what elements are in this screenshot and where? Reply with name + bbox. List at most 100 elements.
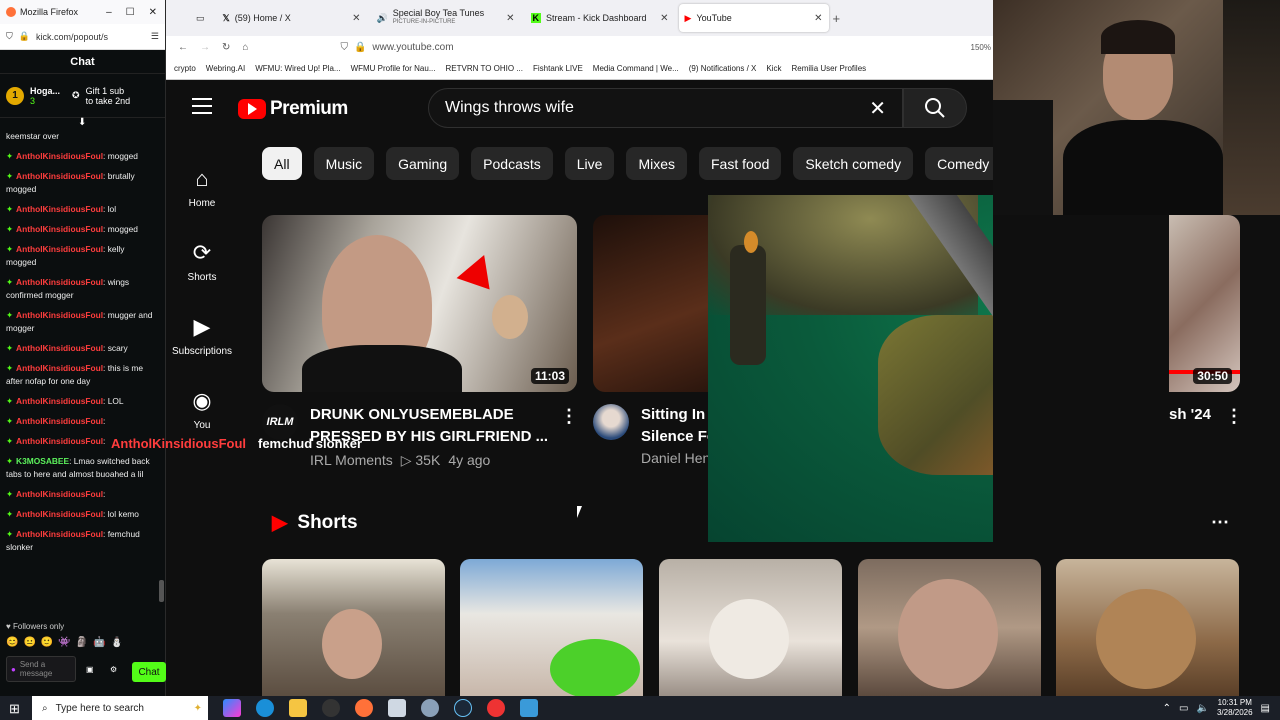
file-explorer-icon[interactable] (289, 699, 307, 717)
chat-username[interactable]: K3MOSABEE (16, 456, 69, 466)
short-thumbnail[interactable] (460, 559, 643, 696)
tab-list-icon[interactable]: ▭ (196, 13, 205, 24)
chat-username[interactable]: AntholKinsidiousFoul (16, 363, 103, 373)
chip-podcasts[interactable]: Podcasts (471, 147, 553, 180)
system-tray[interactable]: ⌃ ▭ 🔈 10:31 PM 3/28/2026 ▤ (1163, 698, 1280, 718)
address-bar[interactable]: ⛉ 🔒 www.youtube.com (340, 42, 453, 53)
chat-username[interactable]: AntholKinsidiousFoul (16, 436, 103, 446)
chat-username[interactable]: AntholKinsidiousFoul (16, 171, 103, 181)
back-icon[interactable]: ← (178, 42, 188, 53)
chat-username[interactable]: AntholKinsidiousFoul (16, 529, 103, 539)
chat-username[interactable]: AntholKinsidiousFoul (16, 224, 103, 234)
tab-x-home[interactable]: 𝕏 (59) Home / X ✕ (217, 4, 367, 32)
chip-fast-food[interactable]: Fast food (699, 147, 782, 180)
chat-scrollbar[interactable] (159, 580, 164, 602)
emote-bar[interactable]: 😊😐🙂👾🗿🤖⛄ (0, 633, 166, 652)
close-icon[interactable]: ✕ (149, 7, 157, 18)
channel-avatar[interactable] (593, 404, 629, 440)
app-icon[interactable] (388, 699, 406, 717)
edge-icon[interactable] (256, 699, 274, 717)
bookmark-item[interactable]: Webring.AI (206, 64, 245, 73)
chat-url-bar[interactable]: ⛉ 🔒 kick.com/popout/s ☰ (0, 24, 165, 50)
search-button[interactable] (903, 88, 967, 128)
chat-username[interactable]: AntholKinsidiousFoul (16, 277, 103, 287)
more-options-icon[interactable]: ⋮ (560, 406, 578, 427)
channel-avatar[interactable]: IRLM (262, 404, 298, 440)
send-message-input[interactable]: ● Send a message (6, 656, 76, 682)
close-tab-icon[interactable]: ✕ (352, 13, 360, 24)
chip-gaming[interactable]: Gaming (386, 147, 460, 180)
clear-search-icon[interactable]: ✕ (869, 96, 886, 121)
taskbar-search-input[interactable]: ⌕ Type here to search ✦ (32, 696, 208, 720)
bookmark-item[interactable]: RETVRN TO OHIO ... (445, 64, 523, 73)
chip-sketch-comedy[interactable]: Sketch comedy (793, 147, 914, 180)
chat-send-button[interactable]: Chat (132, 662, 166, 682)
bookmark-item[interactable]: Remilia User Profiles (791, 64, 866, 73)
chat-username[interactable]: AntholKinsidiousFoul (16, 509, 103, 519)
short-thumbnail[interactable] (262, 559, 445, 696)
gift-button-icon[interactable]: ▣ (86, 665, 94, 674)
firefox-taskbar-icon[interactable] (355, 699, 373, 717)
chat-username[interactable]: AntholKinsidiousFoul (16, 151, 103, 161)
bookmark-item[interactable]: Kick (766, 64, 781, 73)
chip-mixes[interactable]: Mixes (626, 147, 687, 180)
chat-username[interactable]: AntholKinsidiousFoul (16, 396, 103, 406)
chip-comedy[interactable]: Comedy (925, 147, 1002, 180)
short-thumbnail[interactable] (659, 559, 842, 696)
obs-icon[interactable] (322, 699, 340, 717)
minimize-icon[interactable]: – (106, 7, 112, 18)
scroll-down-icon[interactable]: ⬇ (78, 117, 86, 128)
red-app-icon[interactable] (487, 699, 505, 717)
search-input[interactable]: Wings throws wife ✕ (428, 88, 903, 128)
bookmark-item[interactable]: Media Command | We... (593, 64, 679, 73)
blue-app-icon[interactable] (520, 699, 538, 717)
forward-icon[interactable]: → (200, 42, 210, 53)
video-info[interactable]: Sitting In Silence Fo Daniel Hen (641, 404, 711, 466)
bookmark-item[interactable]: (9) Notifications / X (689, 64, 757, 73)
windows-start-icon[interactable]: ⊞ (9, 701, 20, 717)
chat-username[interactable]: AntholKinsidiousFoul (16, 416, 103, 426)
video-thumbnail[interactable] (593, 215, 713, 392)
new-tab-icon[interactable]: + (833, 11, 841, 26)
gear-app-icon[interactable] (421, 699, 439, 717)
chip-live[interactable]: Live (564, 147, 615, 180)
close-tab-icon[interactable]: ✕ (660, 13, 668, 24)
bookmark-item[interactable]: WFMU: Wired Up! Pla... (255, 64, 340, 73)
sidebar-item-you[interactable]: ◉ You (166, 372, 238, 446)
tab-youtube[interactable]: ▶ YouTube ✕ (678, 4, 829, 32)
bookmark-item[interactable]: crypto (174, 64, 196, 73)
settings-icon[interactable]: ⚙ (110, 665, 117, 674)
chat-username[interactable]: AntholKinsidiousFoul (16, 489, 103, 499)
hamburger-menu-icon[interactable] (192, 98, 212, 114)
home-nav-icon[interactable]: ⌂ (242, 42, 248, 53)
close-tab-icon[interactable]: ✕ (506, 13, 514, 24)
bookmark-item[interactable]: Fishtank LIVE (533, 64, 583, 73)
shorts-more-options-icon[interactable]: ⋯ (1211, 512, 1229, 533)
copilot-icon[interactable] (223, 699, 241, 717)
menu-icon[interactable]: ☰ (151, 31, 159, 42)
chip-music[interactable]: Music (313, 147, 375, 180)
video-thumbnail[interactable]: 30:50 (1169, 215, 1240, 392)
chat-username[interactable]: AntholKinsidiousFoul (16, 204, 103, 214)
chat-username[interactable]: AntholKinsidiousFoul (16, 244, 103, 254)
bookmark-item[interactable]: WFMU Profile for Nau... (351, 64, 436, 73)
tab-special-boy[interactable]: 🔊 Special Boy Tea Tunes PICTURE-IN-PICTURE… (371, 4, 521, 32)
steam-icon[interactable] (454, 699, 472, 717)
youtube-premium-logo[interactable]: Premium (238, 98, 348, 120)
zoom-level[interactable]: 150% (971, 43, 993, 52)
more-options-icon[interactable]: ⋮ (1225, 406, 1243, 427)
sidebar-item-shorts[interactable]: ⟳ Shorts (166, 224, 238, 298)
tab-kick-dashboard[interactable]: K Stream - Kick Dashboard ✕ (525, 4, 675, 32)
chat-username[interactable]: AntholKinsidiousFoul (16, 343, 103, 353)
reload-icon[interactable]: ↻ (222, 42, 230, 53)
video-title-fragment[interactable]: sh '24 (1169, 404, 1211, 426)
chat-username[interactable]: AntholKinsidiousFoul (16, 310, 103, 320)
close-tab-icon[interactable]: ✕ (814, 13, 822, 24)
short-thumbnail[interactable] (858, 559, 1041, 696)
microphone-icon[interactable]: ● (11, 665, 16, 674)
short-thumbnail[interactable] (1056, 559, 1239, 696)
video-thumbnail[interactable]: 11:03 (262, 215, 577, 392)
sidebar-item-home[interactable]: ⌂ Home (166, 150, 238, 224)
sidebar-item-subscriptions[interactable]: ▶ Subscriptions (166, 298, 238, 372)
chat-url[interactable]: kick.com/popout/s (36, 32, 108, 42)
